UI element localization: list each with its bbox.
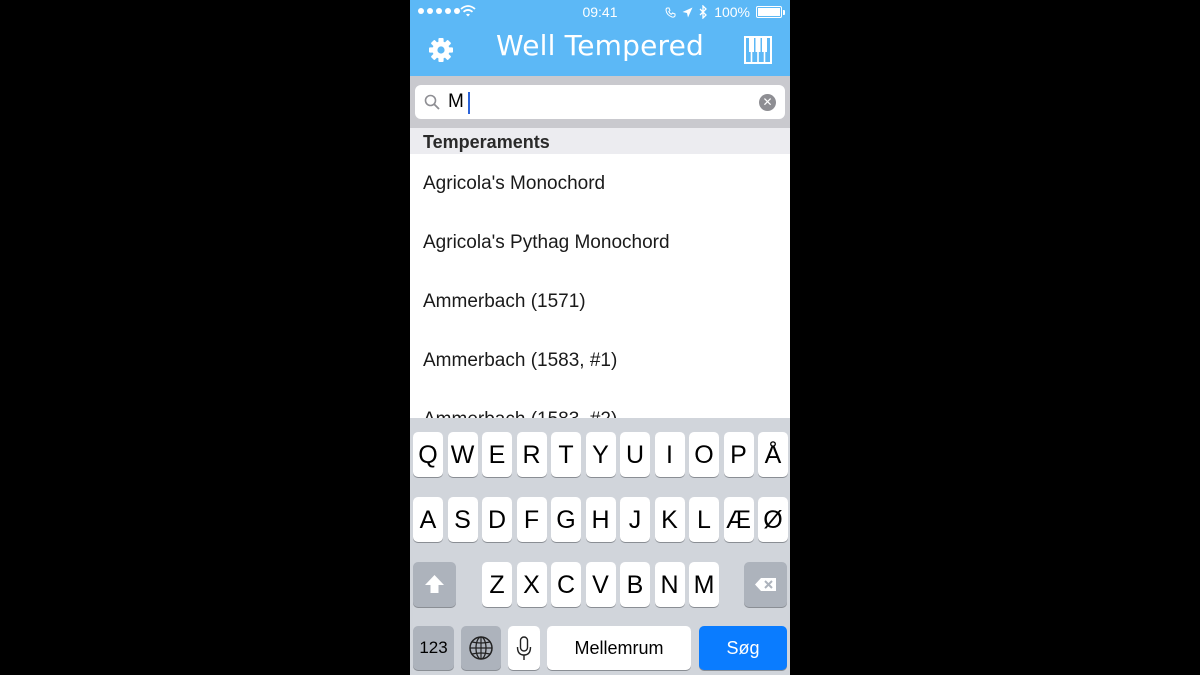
- numbers-key[interactable]: 123: [413, 626, 454, 670]
- status-bar: 09:41 100%: [410, 0, 790, 24]
- search-key[interactable]: Søg: [699, 626, 787, 670]
- key-x[interactable]: X: [516, 562, 547, 607]
- bluetooth-icon: [699, 5, 708, 19]
- battery-percent: 100%: [714, 4, 750, 20]
- phone-icon: [665, 7, 676, 18]
- key-w[interactable]: W: [447, 432, 478, 477]
- delete-key[interactable]: [744, 562, 787, 607]
- key-f[interactable]: F: [516, 497, 547, 542]
- globe-icon: [469, 636, 493, 660]
- key-p[interactable]: P: [723, 432, 754, 477]
- piano-button[interactable]: [744, 36, 772, 64]
- key-e[interactable]: E: [482, 432, 512, 477]
- shift-icon: [425, 575, 444, 593]
- key-z[interactable]: Z: [482, 562, 512, 607]
- list-item[interactable]: Ammerbach (1583, #1): [410, 331, 790, 390]
- key-j[interactable]: J: [620, 497, 650, 542]
- key-m[interactable]: M: [689, 562, 719, 607]
- key-l[interactable]: L: [689, 497, 719, 542]
- location-icon: [682, 7, 693, 17]
- list-item[interactable]: Ammerbach (1583, #2): [410, 390, 790, 418]
- key-y[interactable]: Y: [585, 432, 616, 477]
- key-a[interactable]: A: [413, 497, 443, 542]
- piano-keys-icon: [744, 36, 772, 64]
- key-g[interactable]: G: [551, 497, 581, 542]
- results-list[interactable]: Agricola's Monochord Agricola's Pythag M…: [410, 154, 790, 418]
- key-v[interactable]: V: [585, 562, 616, 607]
- key-q[interactable]: Q: [413, 432, 443, 477]
- key-n[interactable]: N: [654, 562, 685, 607]
- key-t[interactable]: T: [551, 432, 581, 477]
- space-key[interactable]: Mellemrum: [547, 626, 691, 670]
- key-o[interactable]: O: [689, 432, 719, 477]
- key-aring[interactable]: Å: [758, 432, 788, 477]
- key-i[interactable]: I: [654, 432, 685, 477]
- clear-icon: ✕: [762, 95, 773, 109]
- keyboard: Q W E R T Y U I O P Å A S D F G H J K L …: [410, 418, 790, 675]
- globe-key[interactable]: [461, 626, 501, 670]
- search-bar: ✕: [410, 76, 790, 128]
- key-ae[interactable]: Æ: [723, 497, 754, 542]
- list-item[interactable]: Agricola's Monochord: [410, 154, 790, 213]
- key-s[interactable]: S: [447, 497, 478, 542]
- shift-key[interactable]: [413, 562, 456, 607]
- search-icon: [424, 94, 440, 110]
- list-item[interactable]: Agricola's Pythag Monochord: [410, 213, 790, 272]
- key-oslash[interactable]: Ø: [758, 497, 788, 542]
- key-b[interactable]: B: [620, 562, 650, 607]
- text-cursor: [468, 92, 470, 114]
- search-input[interactable]: [448, 90, 748, 114]
- clear-search-button[interactable]: ✕: [759, 94, 776, 111]
- microphone-key[interactable]: [508, 626, 540, 670]
- delete-icon: [755, 578, 776, 591]
- microphone-icon: [516, 636, 532, 660]
- app-header: 09:41 100% Well Tempered: [410, 0, 790, 76]
- battery-icon: [756, 6, 785, 18]
- status-right: 100%: [665, 4, 785, 20]
- key-h[interactable]: H: [585, 497, 616, 542]
- key-d[interactable]: D: [482, 497, 512, 542]
- search-field[interactable]: ✕: [415, 85, 785, 119]
- key-c[interactable]: C: [551, 562, 581, 607]
- key-k[interactable]: K: [654, 497, 685, 542]
- app-title: Well Tempered: [495, 29, 705, 62]
- phone-screen: 09:41 100% Well Tempered M ✕ Temperament…: [410, 0, 790, 675]
- key-r[interactable]: R: [516, 432, 547, 477]
- list-item[interactable]: Ammerbach (1571): [410, 272, 790, 331]
- key-u[interactable]: U: [620, 432, 650, 477]
- section-header: Temperaments: [410, 128, 790, 154]
- nav-bar: Well Tempered: [410, 24, 790, 76]
